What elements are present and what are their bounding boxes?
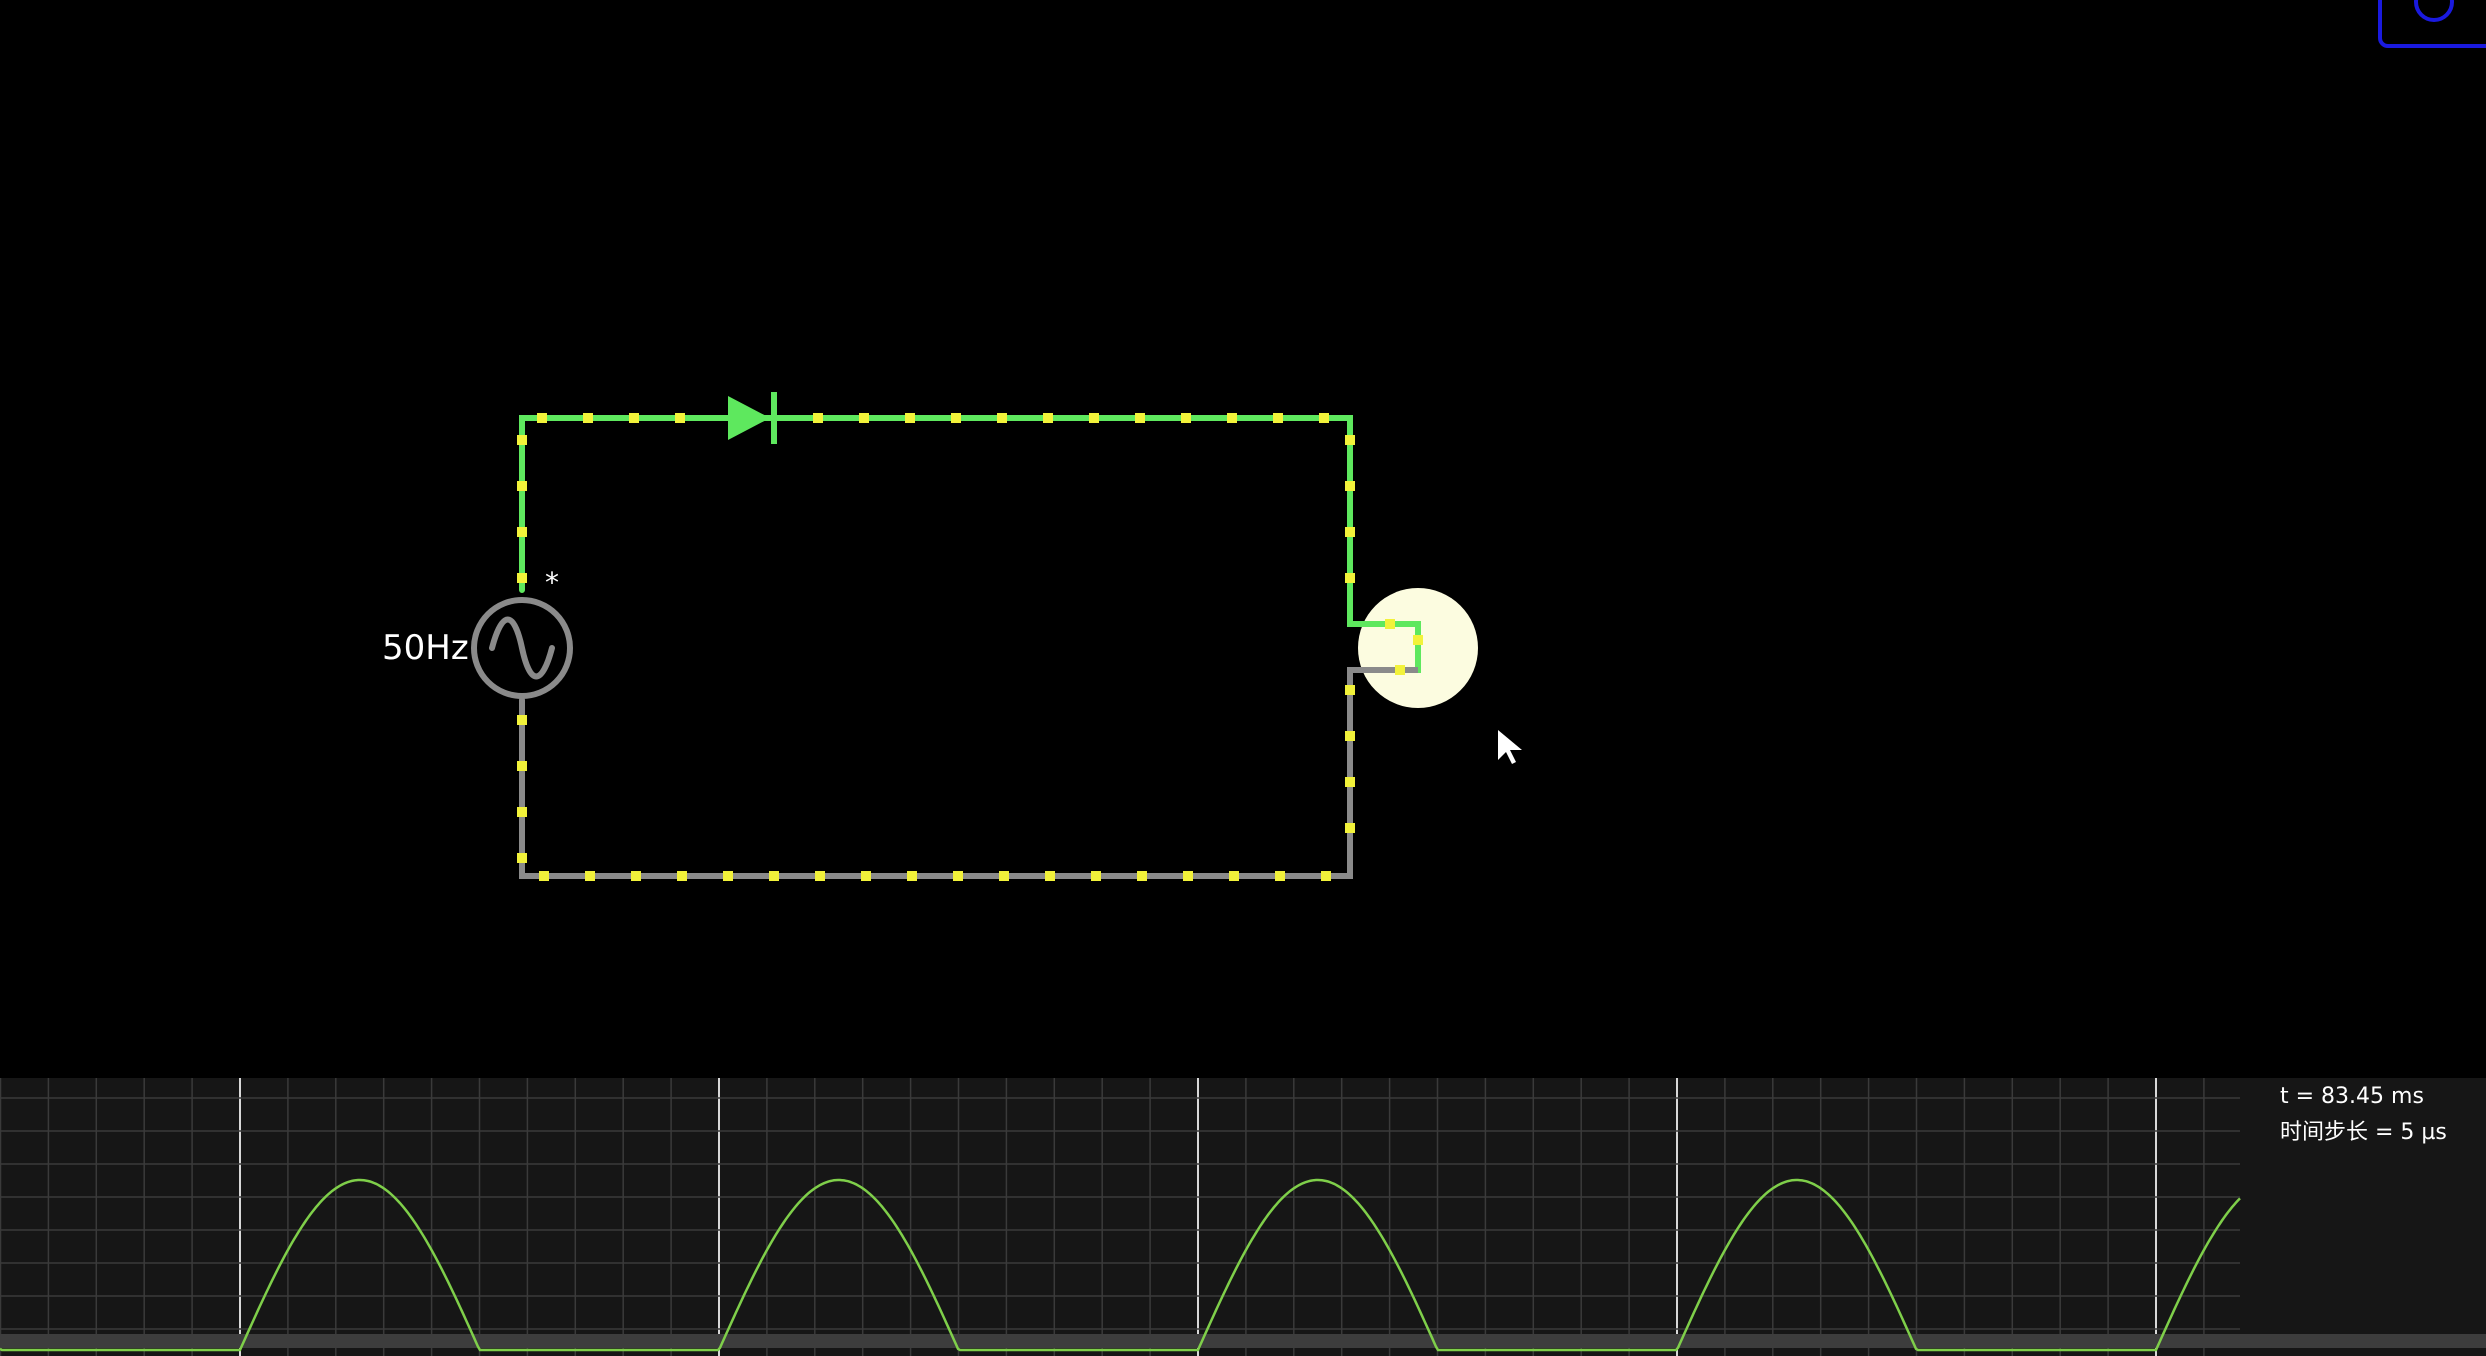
current-dot bbox=[1137, 871, 1147, 881]
current-dot bbox=[905, 413, 915, 423]
current-dot bbox=[813, 413, 823, 423]
scope-baseline bbox=[0, 1334, 2486, 1348]
current-dot bbox=[517, 481, 527, 491]
current-dot bbox=[1045, 871, 1055, 881]
current-dot bbox=[951, 413, 961, 423]
wire-inactive[interactable] bbox=[519, 667, 1421, 879]
current-dot bbox=[1183, 871, 1193, 881]
current-dot bbox=[1229, 871, 1239, 881]
current-dot bbox=[517, 435, 527, 445]
current-dot bbox=[999, 871, 1009, 881]
current-dot bbox=[583, 413, 593, 423]
current-dot bbox=[1413, 635, 1423, 645]
source-frequency-label: 50Hz bbox=[382, 628, 469, 668]
current-dot bbox=[723, 871, 733, 881]
current-dot bbox=[815, 871, 825, 881]
current-dot bbox=[1345, 527, 1355, 537]
current-dot bbox=[517, 527, 527, 537]
current-dot bbox=[629, 413, 639, 423]
ac-voltage-source[interactable] bbox=[471, 597, 573, 699]
settings-button[interactable] bbox=[2378, 0, 2486, 48]
scope-panel[interactable]: t = 83.45 ms 时间步长 = 5 µs bbox=[0, 1078, 2486, 1356]
current-dots bbox=[517, 413, 1423, 881]
current-dot bbox=[517, 715, 527, 725]
sine-wave-icon bbox=[489, 616, 555, 680]
current-dot bbox=[517, 807, 527, 817]
current-dot bbox=[1089, 413, 1099, 423]
current-dot bbox=[1345, 685, 1355, 695]
current-dot bbox=[677, 871, 687, 881]
current-dot bbox=[1227, 413, 1237, 423]
source-marker: * bbox=[545, 566, 559, 599]
current-dot bbox=[517, 573, 527, 583]
current-dot bbox=[907, 871, 917, 881]
current-dot bbox=[1273, 413, 1283, 423]
current-dot bbox=[1319, 413, 1329, 423]
current-dot bbox=[631, 871, 641, 881]
current-dot bbox=[1321, 871, 1331, 881]
current-dot bbox=[953, 871, 963, 881]
scope-plot[interactable] bbox=[0, 1078, 2486, 1356]
current-dot bbox=[1275, 871, 1285, 881]
current-dot bbox=[1043, 413, 1053, 423]
current-dot bbox=[517, 761, 527, 771]
mouse-pointer-icon bbox=[1498, 730, 1522, 764]
current-dot bbox=[537, 413, 547, 423]
current-dot bbox=[539, 871, 549, 881]
current-dot bbox=[769, 871, 779, 881]
current-dot bbox=[1385, 619, 1395, 629]
current-dot bbox=[675, 413, 685, 423]
current-dot bbox=[517, 853, 527, 863]
current-dot bbox=[1345, 731, 1355, 741]
current-dot bbox=[1135, 413, 1145, 423]
current-dot bbox=[997, 413, 1007, 423]
scope-timestep-label: 时间步长 = 5 µs bbox=[2280, 1120, 2447, 1145]
current-dot bbox=[859, 413, 869, 423]
diode[interactable] bbox=[728, 392, 777, 444]
current-dot bbox=[1345, 823, 1355, 833]
current-dot bbox=[1395, 665, 1405, 675]
current-dot bbox=[585, 871, 595, 881]
scope-grid bbox=[0, 1078, 2240, 1356]
gear-icon bbox=[2414, 0, 2454, 22]
wire-active[interactable] bbox=[519, 415, 1421, 667]
current-dot bbox=[1091, 871, 1101, 881]
current-dot bbox=[1181, 413, 1191, 423]
current-dot bbox=[1345, 435, 1355, 445]
scope-time-label: t = 83.45 ms bbox=[2280, 1084, 2424, 1109]
current-dot bbox=[1345, 573, 1355, 583]
current-dot bbox=[1345, 481, 1355, 491]
current-dot bbox=[861, 871, 871, 881]
current-dot bbox=[1345, 777, 1355, 787]
lamp[interactable] bbox=[1350, 588, 1478, 708]
circuit-canvas[interactable] bbox=[0, 0, 2486, 1078]
